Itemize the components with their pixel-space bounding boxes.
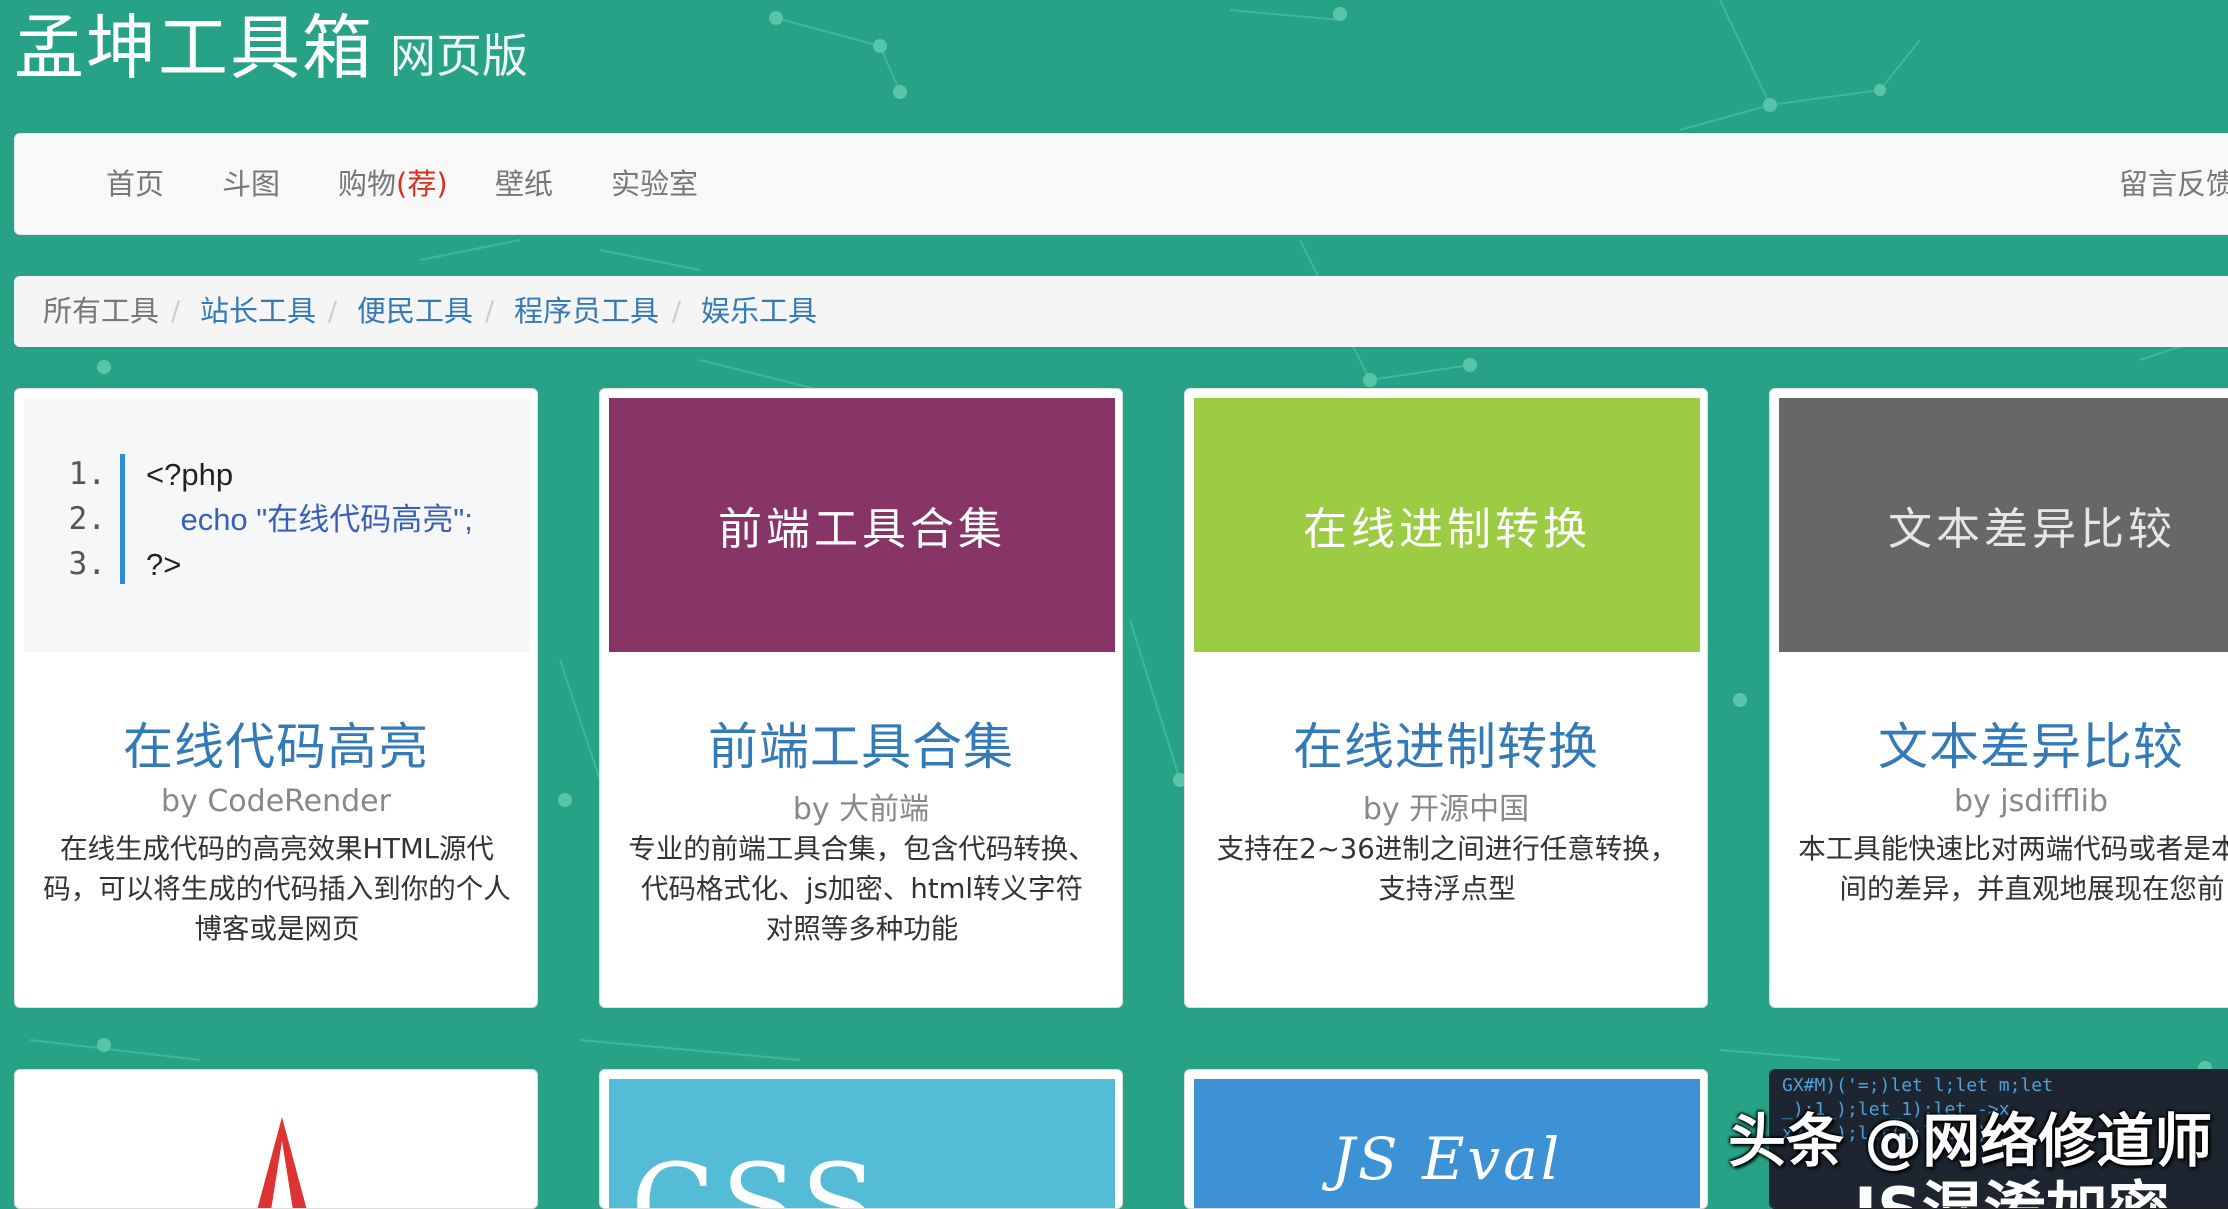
tool-card-code-highlight[interactable]: 1. 2. 3. <?php echo "在线代码高亮"; ?> 在线代码高亮 b… [14,388,538,1008]
breadcrumb-entertainment-tools[interactable]: 娱乐工具 [701,276,817,347]
base-converter-banner: 在线进制转换 [1194,398,1700,652]
card-title[interactable]: 文本差异比较 [1770,707,2228,779]
js-eval-thumbnail: JS Eval [1194,1079,1700,1208]
card-author: by 开源中国 [1362,792,1530,827]
code-line: ?> [146,547,182,582]
banner-text: 文本差异比较 [1888,504,2176,555]
breadcrumb-separator: / [328,296,338,327]
banner-text: 前端工具合集 [718,504,1006,555]
nav-item-label: 购物 [338,167,397,201]
card-title[interactable]: 前端工具合集 [600,707,1122,779]
breadcrumb-programmer-tools[interactable]: 程序员工具 [514,276,659,347]
line-number: 3. [68,546,106,582]
angular-thumbnail [24,1079,530,1208]
nav-item-shopping[interactable]: 购物(荐) [338,134,448,234]
breadcrumb-separator: / [171,296,181,327]
text-diff-banner: 文本差异比较 [1779,398,2228,652]
tool-card-base-converter[interactable]: 在线进制转换 在线进制转换 by 开源中国 支持在2~36进制之间进行任意转换，… [1184,388,1708,1008]
tool-card-row2-css[interactable]: CSS [599,1069,1123,1209]
code-highlight-thumbnail: 1. 2. 3. <?php echo "在线代码高亮"; ?> [24,398,530,652]
nav-item-lab[interactable]: 实验室 [611,134,698,234]
breadcrumb-separator: / [485,296,495,327]
card-description: 在线生成代码的高亮效果HTML源代码，可以将生成的代码插入到你的个人博客或是网页 [43,833,511,945]
nav-item-label: 壁纸 [495,167,554,201]
card-title[interactable]: 在线代码高亮 [15,707,537,779]
code-line: echo "在线代码高亮"; [146,502,473,537]
breadcrumb-convenience-tools[interactable]: 便民工具 [357,276,473,347]
nav-item-home[interactable]: 首页 [106,134,164,234]
breadcrumb-all-tools: 所有工具 [43,294,160,328]
js-eval-thumbnail-text: JS Eval [1331,1125,1563,1193]
card-title[interactable]: 在线进制转换 [1185,707,1707,779]
site-title-main: 孟坤工具箱 [14,7,374,89]
card-author: by jsdifflib [1953,784,2109,819]
code-line: <?php [146,457,234,492]
site-title-sub: 网页版 [390,29,528,83]
card-author: by CodeRender [161,784,391,819]
nav-item-label: 斗图 [222,167,281,201]
card-description: 本工具能快速比对两端代码或者是本之间的差异，并直观地展现在您前 [1798,833,2228,905]
breadcrumb-separator: / [672,296,682,327]
tool-card-row2-js-eval[interactable]: JS Eval [1184,1069,1708,1209]
nav-item-label: 实验室 [611,167,699,201]
card-description: 支持在2~36进制之间进行任意转换，支持浮点型 [1216,833,1678,905]
triangle-logo-icon [257,1117,307,1208]
recommend-badge: (荐) [396,167,448,201]
line-number: 2. [68,501,106,537]
css-thumbnail: CSS [609,1079,1115,1209]
nav-item-feedback[interactable]: 留言反馈 [2119,134,2228,234]
frontend-tools-banner: 前端工具合集 [609,398,1115,652]
breadcrumb: 所有工具 / 站长工具 / 便民工具 / 程序员工具 / 娱乐工具 [14,276,2228,347]
tool-card-text-diff[interactable]: 文本差异比较 文本差异比较 by jsdifflib 本工具能快速比对两端代码或… [1769,388,2228,1008]
banner-text: 在线进制转换 [1303,504,1591,555]
breadcrumb-webmaster-tools[interactable]: 站长工具 [200,276,316,347]
card-author: by 大前端 [792,792,930,827]
line-number: 1. [68,456,106,492]
nav-item-label: 首页 [106,167,165,201]
tool-card-row2-1[interactable] [14,1069,538,1209]
nav-item-doutu[interactable]: 斗图 [222,134,280,234]
watermark: 头条 @网络修道师 [1728,1107,2213,1175]
site-title: 孟坤工具箱 网页版 [14,0,528,93]
tool-card-frontend-tools[interactable]: 前端工具合集 前端工具合集 by 大前端 专业的前端工具合集，包含代码转换、代码… [599,388,1123,1008]
card-description: 专业的前端工具合集，包含代码转换、代码格式化、js加密、html转义字符对照等多… [628,833,1096,945]
top-navbar: 首页 斗图 购物(荐) 壁纸 实验室 留言反馈 [14,133,2228,235]
code-lines: <?php echo "在线代码高亮"; ?> [146,452,473,587]
code-line-numbers: 1. 2. 3. [44,452,106,587]
code-sample: 1. 2. 3. <?php echo "在线代码高亮"; ?> [44,452,514,584]
css-thumbnail-text: CSS [631,1140,882,1209]
nav-item-wallpaper[interactable]: 壁纸 [495,134,553,234]
code-gutter-bar [120,454,125,584]
